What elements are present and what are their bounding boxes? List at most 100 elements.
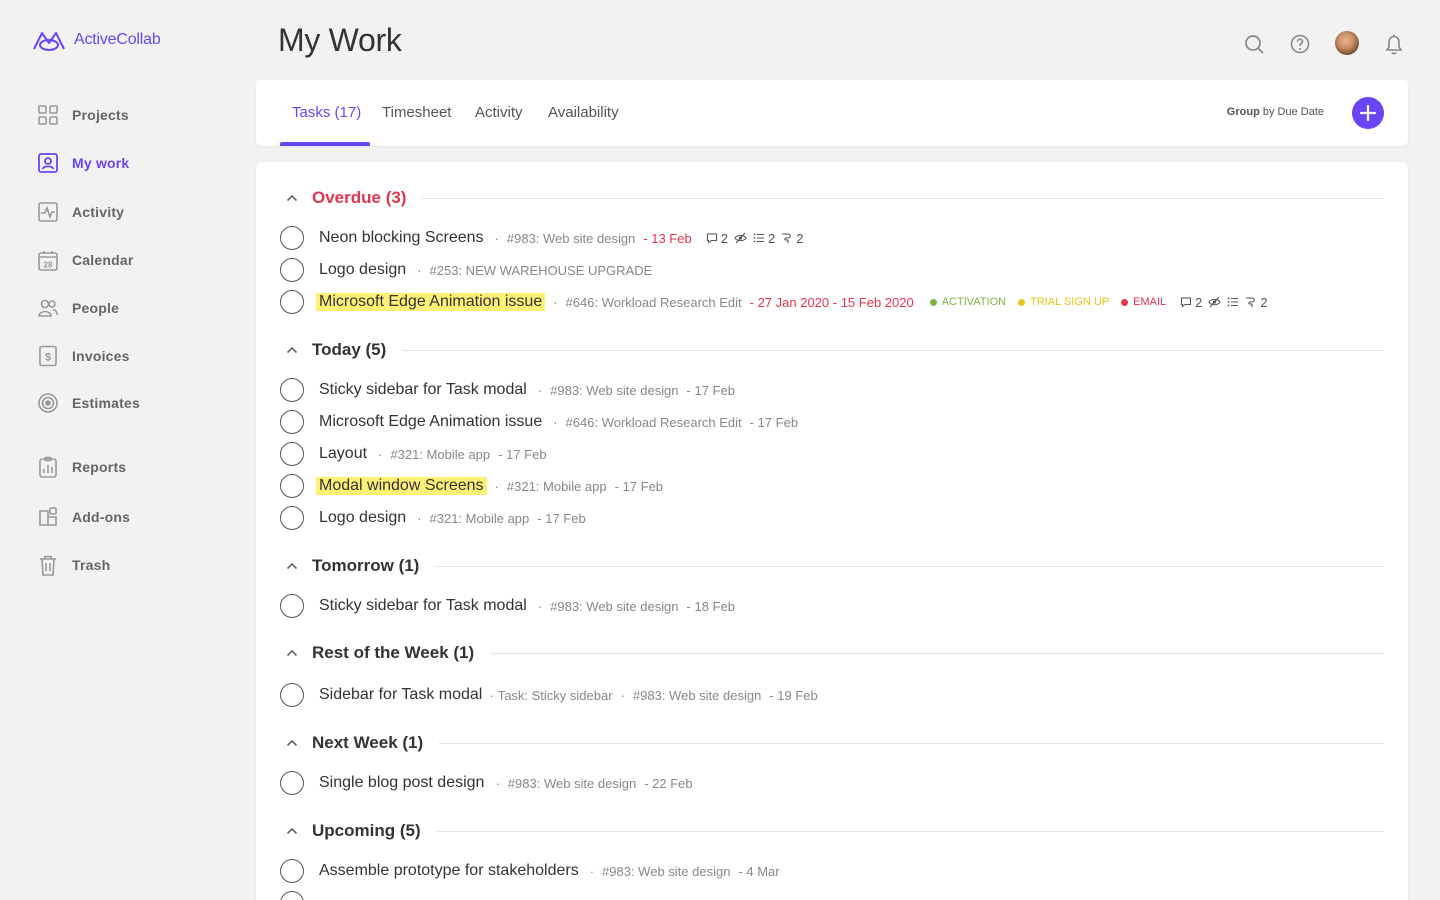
task-name[interactable]: Microsoft Edge Animation issue [316,413,545,431]
avatar[interactable] [1335,31,1359,55]
task-checkbox[interactable] [280,683,304,707]
task-row[interactable]: Logo design · #321: Mobile app - 17 Feb [280,505,586,531]
group-by-selector[interactable]: Group by Due Date [1227,106,1324,118]
task-label[interactable]: ACTIVATION [929,296,1006,308]
bell-icon[interactable] [1382,32,1406,56]
task-row[interactable]: Sticky sidebar for Task modal · #983: We… [280,593,735,619]
tab-timesheet[interactable]: Timesheet [382,104,451,121]
group-header-next-week[interactable]: Next Week (1) [280,731,1384,755]
task-name[interactable]: Sticky sidebar for Task modal [316,597,530,615]
task-row[interactable]: Modal window Screens · #321: Mobile app … [280,473,663,499]
group-header-upcoming[interactable]: Upcoming (5) [280,819,1384,843]
task-checkbox[interactable] [280,771,304,795]
group-header-today[interactable]: Today (5) [280,338,1384,362]
task-name[interactable]: Modal window Screens [316,477,487,495]
task-label[interactable]: EMAIL [1121,296,1166,308]
divider [422,197,1384,199]
tab-availability[interactable]: Availability [548,104,619,121]
task-checkbox[interactable] [280,442,304,466]
sidebar-item-my-work[interactable]: My work [36,151,129,175]
task-project[interactable]: #983: Web site design [602,864,730,879]
chevron-up-icon[interactable] [280,338,304,362]
help-icon[interactable] [1288,32,1312,56]
attachment-icon [782,233,791,243]
task-name[interactable]: Single blog post design [316,774,487,792]
attachment-count: 2 [1260,294,1268,310]
task-parent[interactable]: Task: Sticky sidebar [498,688,613,703]
task-checkbox[interactable] [280,859,304,883]
task-checkbox[interactable] [280,474,304,498]
tab-tasks[interactable]: Tasks (17) [292,104,361,121]
grid-icon [36,103,60,127]
sidebar-item-activity[interactable]: Activity [36,200,124,224]
sidebar-item-estimates[interactable]: Estimates [36,391,140,415]
task-name[interactable]: Assemble prototype for stakeholders [316,862,582,880]
sidebar-item-projects[interactable]: Projects [36,103,129,127]
task-project[interactable]: #321: Mobile app [430,511,530,526]
task-project[interactable]: #253: NEW WAREHOUSE UPGRADE [430,263,653,278]
add-task-button[interactable] [1352,97,1384,129]
task-name[interactable]: Neon blocking Screens [316,229,487,247]
task-project[interactable]: #321: Mobile app [507,479,607,494]
search-icon[interactable] [1242,32,1266,56]
task-name[interactable]: Microsoft Edge Animation issue [316,293,546,311]
separator: · [495,775,500,791]
task-row[interactable]: Layout · #321: Mobile app - 17 Feb [280,441,547,467]
chevron-up-icon[interactable] [280,731,304,755]
sidebar-item-reports[interactable]: Reports [36,455,126,479]
task-name[interactable]: Logo design [316,261,409,279]
task-checkbox[interactable] [280,226,304,250]
task-checkbox[interactable] [280,891,304,900]
chevron-up-icon[interactable] [280,819,304,843]
sidebar-item-add-ons[interactable]: Add-ons [36,505,130,529]
task-name[interactable]: Sticky sidebar for Task modal [316,381,530,399]
group-title: Today (5) [312,340,387,359]
task-checkbox[interactable] [280,378,304,402]
group-by-label: Group [1226,106,1260,118]
task-row[interactable]: Neon blocking Screens · #983: Web site d… [280,225,803,251]
sidebar-item-label: Add-ons [72,509,131,525]
task-checkbox[interactable] [280,258,304,282]
hidden-eye-icon [734,232,747,244]
tab-activity[interactable]: Activity [475,104,523,121]
task-row[interactable]: Logo design · #253: NEW WAREHOUSE UPGRAD… [280,257,652,283]
sidebar-item-calendar[interactable]: 28 Calendar [36,248,134,272]
task-project[interactable]: #983: Web site design [508,776,636,791]
comment-count: 2 [1195,294,1203,310]
chevron-up-icon[interactable] [280,641,304,665]
app-logo[interactable]: ActiveCollab [32,27,161,53]
task-project[interactable]: #646: Workload Research Edit [566,415,742,430]
separator: · [553,294,558,310]
task-name[interactable]: Layout [316,445,370,463]
task-row[interactable]: Microsoft Edge Animation issue · #646: W… [280,409,798,435]
sidebar-item-people[interactable]: People [36,296,119,320]
task-name[interactable]: Sidebar for Task modal [316,686,485,704]
task-checkbox[interactable] [280,290,304,314]
group-header-rest-of-week[interactable]: Rest of the Week (1) [280,641,1384,665]
group-header-tomorrow[interactable]: Tomorrow (1) [280,554,1384,578]
sidebar-item-trash[interactable]: Trash [36,553,110,577]
task-row[interactable] [280,890,316,900]
task-project[interactable]: #983: Web site design [550,599,678,614]
task-project[interactable]: #321: Mobile app [390,447,490,462]
task-row[interactable]: Sidebar for Task modal · Task: Sticky si… [280,682,818,708]
task-row[interactable]: Assemble prototype for stakeholders · #9… [280,858,780,884]
task-project[interactable]: #646: Workload Research Edit [566,295,742,310]
chevron-up-icon[interactable] [280,186,304,210]
task-checkbox[interactable] [280,506,304,530]
sidebar-item-invoices[interactable]: $ Invoices [36,344,130,368]
task-due-date: - 17 Feb [537,510,586,526]
task-project[interactable]: #983: Web site design [550,383,678,398]
task-row[interactable]: Single blog post design · #983: Web site… [280,770,693,796]
group-header-overdue[interactable]: Overdue (3) [280,186,1384,210]
task-row[interactable]: Sticky sidebar for Task modal · #983: We… [280,377,735,403]
task-checkbox[interactable] [280,594,304,618]
task-project[interactable]: #983: Web site design [507,231,635,246]
task-checkbox[interactable] [280,410,304,434]
task-row[interactable]: Microsoft Edge Animation issue · #646: W… [280,289,1268,315]
chevron-up-icon[interactable] [280,554,304,578]
task-due-date: - 19 Feb [769,687,818,703]
task-project[interactable]: #983: Web site design [633,688,761,703]
task-label[interactable]: TRIAL SIGN UP [1018,296,1109,308]
task-name[interactable]: Logo design [316,509,409,527]
